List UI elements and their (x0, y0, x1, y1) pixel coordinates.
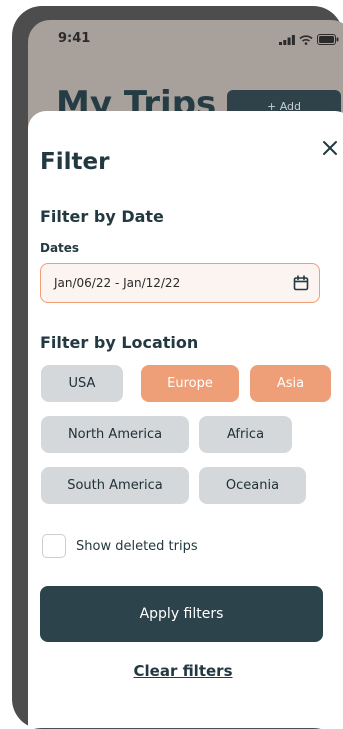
date-range-field[interactable]: Jan/06/22 - Jan/12/22 (40, 263, 320, 303)
chip-north-america[interactable]: North America (41, 416, 189, 453)
phone-frame: 9:41 My Trips + Add Filter Filter by Dat… (12, 6, 343, 729)
signal-icon (279, 34, 295, 45)
wifi-icon (299, 34, 313, 45)
apply-filters-button[interactable]: Apply filters (40, 586, 323, 642)
location-section-title: Filter by Location (40, 333, 199, 352)
status-bar: 9:41 (28, 20, 343, 60)
calendar-icon[interactable] (293, 275, 309, 291)
show-deleted-label: Show deleted trips (76, 538, 198, 554)
show-deleted-row[interactable]: Show deleted trips (42, 534, 198, 558)
phone-screen: 9:41 My Trips + Add Filter Filter by Dat… (28, 20, 343, 728)
filter-sheet: Filter Filter by Date Dates Jan/06/22 - … (28, 111, 343, 728)
chip-south-america[interactable]: South America (41, 467, 189, 504)
battery-icon (317, 34, 339, 45)
filter-title: Filter (40, 149, 110, 175)
chip-oceania[interactable]: Oceania (199, 467, 306, 504)
chip-usa[interactable]: USA (41, 365, 123, 402)
date-section-title: Filter by Date (40, 207, 164, 226)
date-range-value: Jan/06/22 - Jan/12/22 (54, 276, 181, 290)
status-icons (279, 34, 339, 45)
clear-filters-link[interactable]: Clear filters (28, 662, 338, 680)
chip-asia[interactable]: Asia (250, 365, 331, 402)
show-deleted-checkbox[interactable] (42, 534, 66, 558)
status-time: 9:41 (58, 31, 91, 46)
chip-africa[interactable]: Africa (199, 416, 292, 453)
close-icon[interactable] (321, 139, 339, 157)
dates-label: Dates (40, 241, 80, 255)
chip-europe[interactable]: Europe (141, 365, 239, 402)
